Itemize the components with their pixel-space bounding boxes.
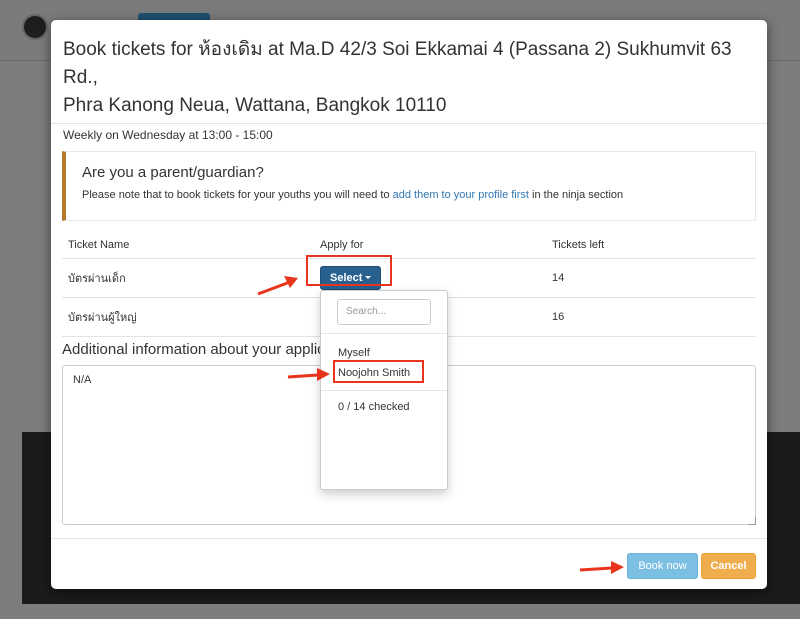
bg-logo-icon — [22, 14, 48, 40]
modal-header: Book tickets for ห้องเดิม at Ma.D 42/3 S… — [51, 20, 767, 142]
dropdown-search-input[interactable]: Search... — [337, 299, 431, 325]
modal-title: Book tickets for ห้องเดิม at Ma.D 42/3 S… — [63, 36, 755, 120]
notice-title: Are you a parent/guardian? — [82, 164, 264, 181]
modal-footer: Book now Cancel — [51, 538, 767, 589]
book-now-button[interactable]: Book now — [627, 553, 698, 579]
checked-count: 0 / 14 checked — [338, 401, 410, 413]
apply-for-dropdown: Search... Myself Noojohn Smith 0 / 14 ch… — [320, 290, 448, 490]
parent-notice: Are you a parent/guardian? Please note t… — [62, 151, 756, 221]
bg-footer — [0, 604, 800, 619]
resize-grip-icon[interactable] — [748, 517, 756, 525]
ticket-name: บัตรผ่านเด็ก — [62, 258, 314, 298]
cancel-button[interactable]: Cancel — [701, 553, 756, 579]
modal-title-line2: Phra Kanong Neua, Wattana, Bangkok 10110 — [63, 95, 447, 116]
ticket-name: บัตรผ่านผู้ใหญ่ — [62, 297, 314, 337]
add-to-profile-link[interactable]: add them to your profile first — [393, 189, 529, 201]
notice-text-before: Please note that to book tickets for you… — [82, 189, 393, 201]
tickets-left: 14 — [546, 258, 756, 298]
tickets-left: 16 — [546, 297, 756, 337]
dropdown-divider — [321, 390, 447, 391]
header-ticket-name: Ticket Name — [62, 232, 314, 259]
notice-text-after: in the ninja section — [528, 189, 624, 201]
header-apply-for: Apply for — [314, 232, 546, 259]
apply-select-button[interactable]: Select — [320, 265, 382, 290]
additional-info-label: Additional information about your applic… — [62, 341, 358, 358]
modal-title-line1: Book tickets for ห้องเดิม at Ma.D 42/3 S… — [63, 39, 732, 88]
header-tickets-left: Tickets left — [546, 232, 756, 259]
table-header-row: Ticket Name Apply for Tickets left — [62, 232, 756, 259]
schedule-text: Weekly on Wednesday at 13:00 - 15:00 — [63, 128, 273, 142]
dropdown-divider — [321, 333, 447, 334]
caret-down-icon — [365, 276, 372, 280]
booking-modal: Book tickets for ห้องเดิม at Ma.D 42/3 S… — [51, 20, 767, 589]
dropdown-option-noojohn[interactable]: Noojohn Smith — [338, 367, 410, 379]
select-label: Select — [330, 271, 363, 284]
dropdown-option-myself[interactable]: Myself — [338, 347, 370, 359]
notice-text: Please note that to book tickets for you… — [82, 189, 739, 201]
